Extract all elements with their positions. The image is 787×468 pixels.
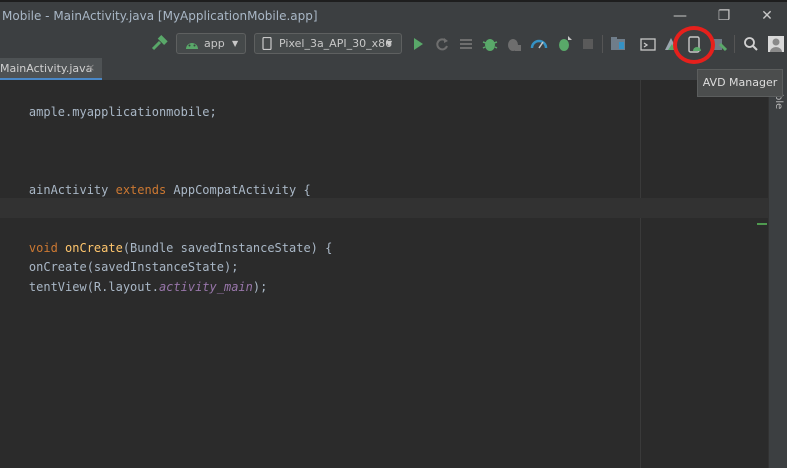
run-icon[interactable] — [411, 34, 425, 54]
chevron-down-icon: ▼ — [386, 39, 393, 48]
account-icon[interactable] — [767, 34, 785, 54]
toolbar-separator — [734, 35, 735, 53]
apply-changes-icon[interactable] — [556, 34, 574, 54]
tab-label: MainActivity.java — [0, 62, 93, 75]
phone-icon — [262, 36, 272, 56]
attach-debugger-icon[interactable] — [506, 34, 522, 54]
code-line: ample.myapplicationmobile; — [0, 82, 217, 119]
code-text: ); — [252, 280, 268, 294]
code-field: activity_main — [158, 280, 253, 294]
code-line: tentView(R.layout.activity_main); — [0, 257, 267, 294]
code-keyword: extends — [115, 183, 167, 197]
editor-tab-bar: MainActivity.java × — [0, 58, 787, 81]
rerun-icon[interactable] — [434, 34, 450, 54]
close-icon[interactable]: × — [86, 61, 95, 74]
debug-icon[interactable] — [482, 34, 498, 54]
current-line-highlight — [0, 198, 768, 218]
code-text: tentView(R.layout. — [28, 280, 159, 294]
minimize-button[interactable]: — — [670, 7, 690, 25]
window-title: Mobile - MainActivity.java [MyApplicatio… — [2, 9, 318, 23]
change-marker — [757, 223, 767, 225]
code-line: onCreate(savedInstanceState); — [0, 237, 239, 274]
android-icon — [185, 37, 199, 56]
code-text: ample.myapplicationmobile; — [28, 105, 217, 119]
stop-icon[interactable] — [581, 34, 595, 54]
code-editor[interactable]: ample.myapplicationmobile; ainActivity e… — [0, 80, 768, 468]
main-toolbar: app ▼ Pixel_3a_API_30_x86 ▼ — [0, 30, 787, 58]
chevron-down-icon: ▼ — [232, 39, 239, 48]
tab-mainactivity[interactable]: MainActivity.java × — [0, 58, 102, 80]
highlight-ring — [673, 26, 715, 64]
run-config-select[interactable]: app ▼ — [176, 33, 246, 54]
device-label: Pixel_3a_API_30_x86 — [279, 37, 393, 50]
search-icon[interactable] — [743, 34, 759, 54]
restore-button[interactable]: ❐ — [714, 7, 734, 25]
right-tool-strip[interactable]: ble — [768, 80, 787, 468]
close-button[interactable]: ✕ — [757, 7, 777, 25]
code-line: void onCreate(Bundle savedInstanceState)… — [0, 218, 332, 255]
toolbar-separator — [602, 35, 603, 53]
hammer-icon[interactable] — [150, 34, 168, 54]
sync-icon[interactable] — [640, 34, 656, 54]
title-bar: Mobile - MainActivity.java [MyApplicatio… — [0, 0, 787, 30]
coverage-icon[interactable] — [458, 34, 474, 54]
code-line: ainActivity extends AppCompatActivity { — [0, 160, 311, 197]
run-config-label: app — [204, 37, 225, 50]
device-select[interactable]: Pixel_3a_API_30_x86 ▼ — [254, 33, 402, 54]
right-margin-guide — [640, 80, 641, 468]
profile-icon[interactable] — [530, 34, 548, 54]
code-text: AppCompatActivity { — [166, 183, 311, 197]
code-text: ainActivity — [28, 183, 116, 197]
project-structure-icon[interactable] — [610, 34, 626, 54]
avd-manager-tooltip: AVD Manager — [697, 69, 783, 97]
